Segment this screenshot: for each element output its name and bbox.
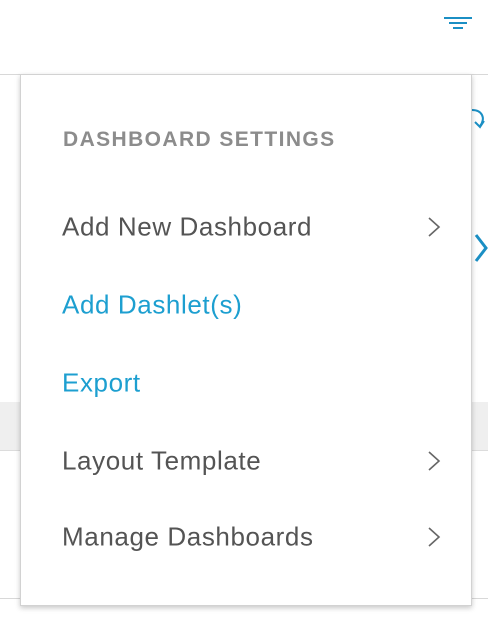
menu-item-label: Export xyxy=(62,367,141,398)
menu-item-manage-dashboards[interactable]: Manage Dashboards xyxy=(21,509,471,565)
filter-button[interactable] xyxy=(440,10,476,38)
menu-item-layout-template[interactable]: Layout Template xyxy=(21,433,471,489)
menu-item-label: Add Dashlet(s) xyxy=(62,289,243,320)
menu-item-add-dashlets[interactable]: Add Dashlet(s) xyxy=(21,277,471,333)
menu-heading: DASHBOARD SETTINGS xyxy=(63,128,336,151)
chevron-right-icon xyxy=(428,451,441,471)
menu-item-label: Add New Dashboard xyxy=(62,211,313,242)
chevron-right-icon xyxy=(428,217,441,237)
chevron-right-icon xyxy=(428,527,441,547)
menu-item-export[interactable]: Export xyxy=(21,355,471,411)
chevron-right-icon[interactable] xyxy=(470,230,488,266)
filter-icon xyxy=(444,17,472,29)
dashboard-settings-menu: DASHBOARD SETTINGS Add New Dashboard Add… xyxy=(20,74,472,606)
page-header xyxy=(0,0,488,75)
menu-item-label: Layout Template xyxy=(62,445,262,476)
menu-item-label: Manage Dashboards xyxy=(62,521,314,552)
menu-item-add-new-dashboard[interactable]: Add New Dashboard xyxy=(21,199,471,255)
